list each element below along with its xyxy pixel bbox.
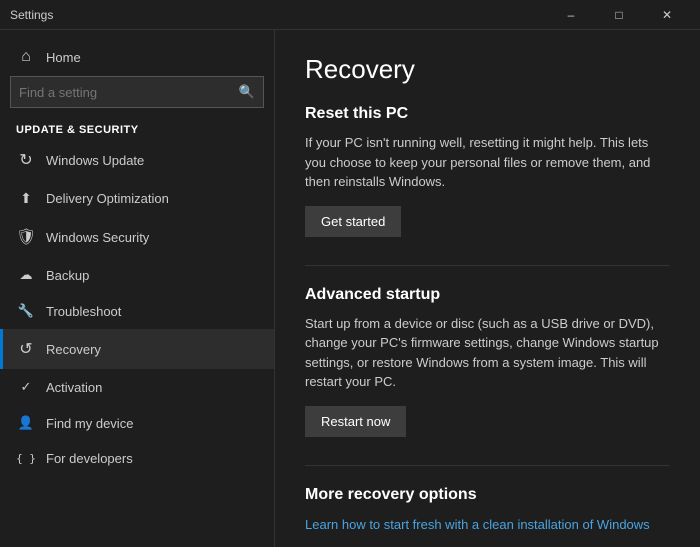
sidebar-item-windows-update-label: Windows Update [46, 153, 144, 168]
sidebar-item-windows-update[interactable]: ↻ Windows Update [0, 140, 274, 180]
sidebar-item-home[interactable]: ⌂ Home [0, 38, 274, 76]
minimize-button[interactable]: – [548, 0, 594, 30]
more-options-section: More recovery options Learn how to start… [305, 465, 670, 534]
windows-security-icon: 🛡 [16, 227, 36, 247]
activation-icon: ✓ [16, 379, 36, 395]
search-input[interactable] [19, 85, 239, 100]
sidebar-item-backup[interactable]: ☁ Backup [0, 257, 274, 293]
advanced-section-heading: Advanced startup [305, 286, 670, 304]
search-icon-button[interactable]: 🔍 [239, 84, 255, 100]
reset-section-heading: Reset this PC [305, 105, 670, 123]
for-developers-icon: { } [16, 452, 36, 465]
troubleshoot-icon: 🔧 [16, 303, 36, 319]
sidebar-item-windows-security-label: Windows Security [46, 230, 149, 245]
restart-now-button[interactable]: Restart now [305, 406, 406, 437]
backup-icon: ☁ [16, 267, 36, 283]
sidebar-item-find-device[interactable]: 👤 Find my device [0, 405, 274, 441]
recovery-icon: ↺ [16, 339, 36, 359]
sidebar-item-activation[interactable]: ✓ Activation [0, 369, 274, 405]
advanced-startup-section: Advanced startup Start up from a device … [305, 265, 670, 461]
sidebar-item-recovery-label: Recovery [46, 342, 101, 357]
sidebar-item-windows-security[interactable]: 🛡 Windows Security [0, 217, 274, 257]
home-icon: ⌂ [16, 48, 36, 66]
advanced-section-description: Start up from a device or disc (such as … [305, 314, 670, 392]
maximize-button[interactable]: □ [596, 0, 642, 30]
sidebar-item-troubleshoot[interactable]: 🔧 Troubleshoot [0, 293, 274, 329]
close-button[interactable]: ✕ [644, 0, 690, 30]
sidebar-item-activation-label: Activation [46, 380, 102, 395]
search-box: 🔍 [10, 76, 264, 108]
sidebar: ⌂ Home 🔍 Update & Security ↻ Windows Upd… [0, 30, 275, 547]
delivery-optimization-icon: ⬆ [16, 190, 36, 207]
sidebar-item-backup-label: Backup [46, 268, 89, 283]
more-options-heading: More recovery options [305, 486, 670, 504]
sidebar-item-find-device-label: Find my device [46, 416, 133, 431]
sidebar-item-delivery-optimization[interactable]: ⬆ Delivery Optimization [0, 180, 274, 217]
titlebar: Settings – □ ✕ [0, 0, 700, 30]
titlebar-controls: – □ ✕ [548, 0, 690, 30]
windows-update-icon: ↻ [16, 150, 36, 170]
section-label: Update & Security [0, 116, 274, 140]
titlebar-title: Settings [10, 8, 548, 22]
sidebar-item-home-label: Home [46, 50, 81, 65]
page-title: Recovery [305, 54, 670, 85]
reset-section-description: If your PC isn't running well, resetting… [305, 133, 670, 192]
sidebar-item-troubleshoot-label: Troubleshoot [46, 304, 121, 319]
sidebar-item-for-developers-label: For developers [46, 451, 133, 466]
main-content: ⌂ Home 🔍 Update & Security ↻ Windows Upd… [0, 30, 700, 547]
content-area: Recovery Reset this PC If your PC isn't … [275, 30, 700, 547]
sidebar-item-delivery-optimization-label: Delivery Optimization [46, 191, 169, 206]
find-device-icon: 👤 [16, 415, 36, 431]
sidebar-item-recovery[interactable]: ↺ Recovery [0, 329, 274, 369]
sidebar-item-for-developers[interactable]: { } For developers [0, 441, 274, 476]
get-started-button[interactable]: Get started [305, 206, 401, 237]
clean-install-link[interactable]: Learn how to start fresh with a clean in… [305, 517, 650, 532]
